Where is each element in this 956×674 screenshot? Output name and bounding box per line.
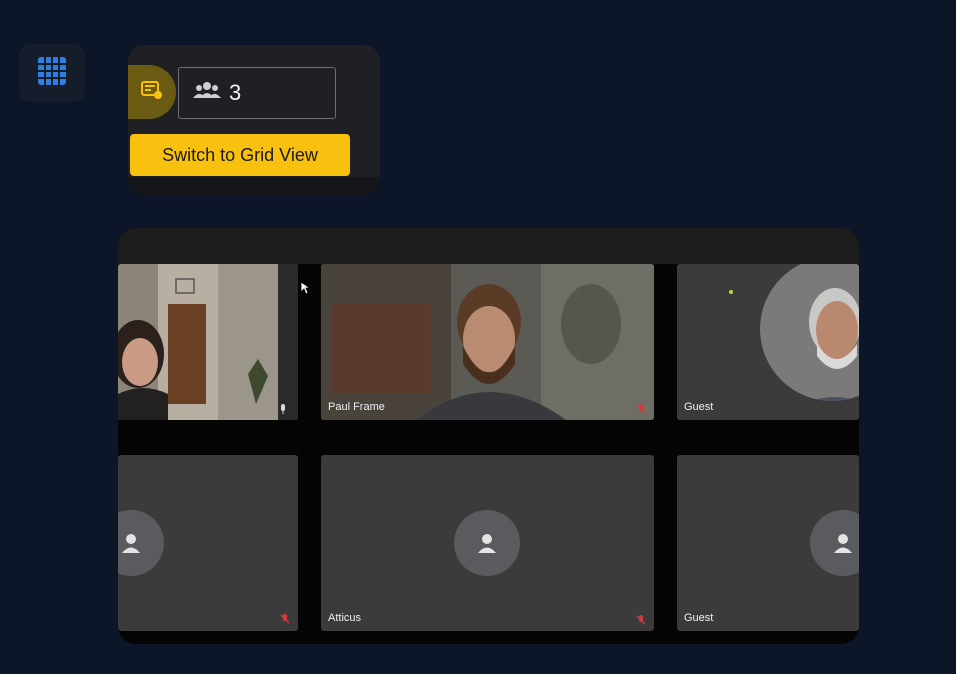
mouse-cursor-icon	[300, 281, 310, 295]
grid-icon	[37, 56, 67, 91]
video-tile-4[interactable]	[118, 455, 298, 631]
participant-video	[118, 264, 298, 420]
participant-name: Guest	[684, 612, 714, 624]
user-icon	[122, 534, 140, 553]
toolbar-footer	[128, 177, 380, 195]
video-tile-1[interactable]	[118, 264, 298, 420]
participant-name: Paul Frame	[328, 401, 385, 413]
video-tile-3[interactable]: Guest	[677, 264, 859, 420]
people-icon	[193, 80, 221, 106]
grid-view-button[interactable]	[19, 44, 85, 102]
avatar	[810, 510, 859, 576]
mic-muted-icon	[280, 611, 290, 624]
participant-name: Guest	[684, 401, 714, 413]
panel-header	[118, 228, 859, 264]
avatar	[454, 510, 520, 576]
video-grid-panel: Paul Frame Guest Atticus Guest	[118, 228, 859, 644]
user-icon	[478, 534, 496, 553]
participant-video	[321, 264, 654, 420]
video-tile-2[interactable]: Paul Frame	[321, 264, 654, 420]
mic-icon	[278, 401, 288, 414]
user-icon	[834, 534, 852, 553]
layout-icon	[141, 80, 163, 105]
participant-count: 3	[229, 80, 242, 105]
switch-grid-tooltip: Switch to Grid View	[130, 134, 350, 176]
layout-button[interactable]	[128, 65, 176, 119]
participant-name: Atticus	[328, 612, 362, 624]
video-tile-6[interactable]: Guest	[677, 455, 859, 631]
mic-muted-icon	[636, 401, 646, 414]
participants-button[interactable]: 3	[178, 67, 336, 119]
avatar	[118, 510, 164, 576]
mic-muted-icon	[636, 612, 646, 625]
participant-video	[677, 264, 859, 420]
video-tile-5[interactable]: Atticus	[321, 455, 654, 631]
